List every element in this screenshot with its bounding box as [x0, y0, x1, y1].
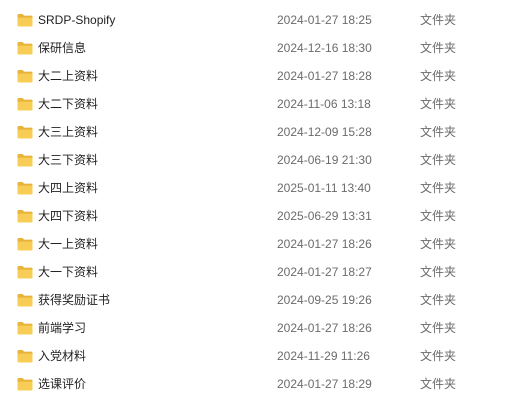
file-row[interactable]: 大一上资料 2024-01-27 18:26 文件夹: [0, 230, 524, 258]
file-name: 大三上资料: [38, 125, 99, 139]
file-modified-date: 2024-01-27 18:26: [277, 237, 372, 251]
file-list: SRDP-Shopify 2024-01-27 18:25 文件夹 保研信息 2…: [0, 0, 524, 413]
file-type: 文件夹: [420, 97, 457, 111]
file-type: 文件夹: [420, 321, 457, 335]
folder-icon: [17, 125, 33, 139]
file-type: 文件夹: [420, 237, 457, 251]
file-modified-date: 2024-12-09 15:28: [277, 125, 372, 139]
file-modified-date: 2024-06-19 21:30: [277, 153, 372, 167]
file-row[interactable]: 大三下资料 2024-06-19 21:30 文件夹: [0, 146, 524, 174]
file-row[interactable]: 前端学习 2024-01-27 18:26 文件夹: [0, 314, 524, 342]
file-name: 选课评价: [38, 377, 87, 391]
file-name: 大一上资料: [38, 237, 99, 251]
file-row[interactable]: 大四下资料 2025-06-29 13:31 文件夹: [0, 202, 524, 230]
file-name: SRDP-Shopify: [38, 13, 116, 27]
file-name: 大四下资料: [38, 209, 99, 223]
file-type: 文件夹: [420, 153, 457, 167]
file-row[interactable]: 大四上资料 2025-01-11 13:40 文件夹: [0, 174, 524, 202]
folder-icon: [17, 153, 33, 167]
file-type: 文件夹: [420, 293, 457, 307]
folder-icon: [17, 237, 33, 251]
folder-icon: [17, 181, 33, 195]
file-row[interactable]: 大二下资料 2024-11-06 13:18 文件夹: [0, 90, 524, 118]
file-name: 大四上资料: [38, 181, 99, 195]
folder-icon: [17, 13, 33, 27]
file-name: 前端学习: [38, 321, 87, 335]
file-modified-date: 2024-11-06 13:18: [277, 97, 371, 111]
folder-icon: [17, 69, 33, 83]
file-name: 大一下资料: [38, 265, 99, 279]
file-row[interactable]: 大二上资料 2024-01-27 18:28 文件夹: [0, 62, 524, 90]
file-modified-date: 2024-12-16 18:30: [277, 41, 372, 55]
file-type: 文件夹: [420, 125, 457, 139]
file-name: 保研信息: [38, 41, 87, 55]
file-row[interactable]: 选课评价 2024-01-27 18:29 文件夹: [0, 370, 524, 398]
folder-icon: [17, 97, 33, 111]
folder-icon: [17, 377, 33, 391]
folder-icon: [17, 41, 33, 55]
file-modified-date: 2025-06-29 13:31: [277, 209, 372, 223]
file-type: 文件夹: [420, 69, 457, 83]
file-type: 文件夹: [420, 209, 457, 223]
file-modified-date: 2025-01-11 13:40: [277, 181, 371, 195]
file-name: 大二上资料: [38, 69, 99, 83]
folder-icon: [17, 349, 33, 363]
file-row[interactable]: 保研信息 2024-12-16 18:30 文件夹: [0, 34, 524, 62]
file-name: 入党材料: [38, 349, 87, 363]
file-modified-date: 2024-01-27 18:29: [277, 377, 372, 391]
folder-icon: [17, 209, 33, 223]
file-modified-date: 2024-01-27 18:27: [277, 265, 372, 279]
folder-icon: [17, 321, 33, 335]
file-name: 大二下资料: [38, 97, 99, 111]
file-row[interactable]: SRDP-Shopify 2024-01-27 18:25 文件夹: [0, 6, 524, 34]
file-type: 文件夹: [420, 265, 457, 279]
file-name: 大三下资料: [38, 153, 99, 167]
file-type: 文件夹: [420, 349, 457, 363]
folder-icon: [17, 293, 33, 307]
file-row[interactable]: 大一下资料 2024-01-27 18:27 文件夹: [0, 258, 524, 286]
file-modified-date: 2024-01-27 18:26: [277, 321, 372, 335]
file-type: 文件夹: [420, 41, 457, 55]
file-modified-date: 2024-11-29 11:26: [277, 349, 370, 363]
file-type: 文件夹: [420, 181, 457, 195]
file-row[interactable]: 大三上资料 2024-12-09 15:28 文件夹: [0, 118, 524, 146]
file-modified-date: 2024-01-27 18:28: [277, 69, 372, 83]
file-row[interactable]: 入党材料 2024-11-29 11:26 文件夹: [0, 342, 524, 370]
file-modified-date: 2024-09-25 19:26: [277, 293, 372, 307]
file-modified-date: 2024-01-27 18:25: [277, 13, 372, 27]
file-type: 文件夹: [420, 377, 457, 391]
folder-icon: [17, 265, 33, 279]
file-name: 获得奖励证书: [38, 293, 111, 307]
file-row[interactable]: 获得奖励证书 2024-09-25 19:26 文件夹: [0, 286, 524, 314]
file-type: 文件夹: [420, 13, 457, 27]
